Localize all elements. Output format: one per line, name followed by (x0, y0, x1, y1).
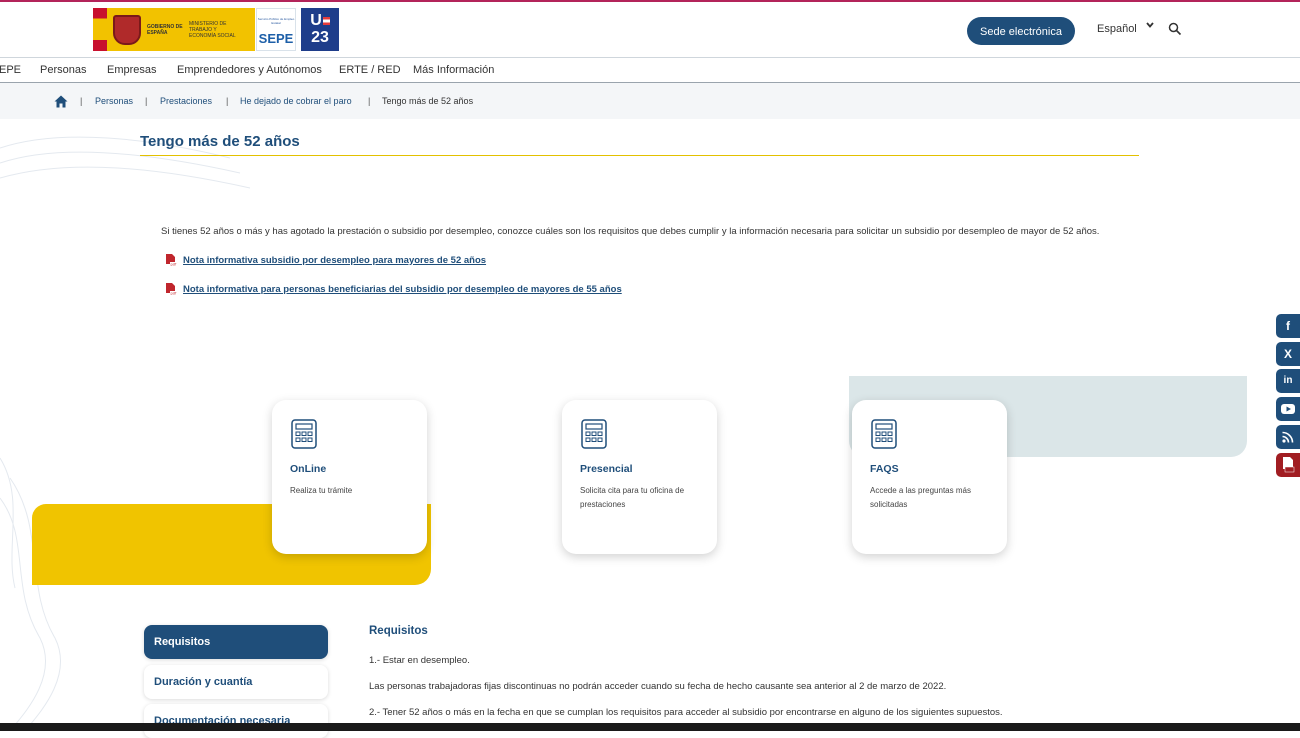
language-select[interactable]: Español (1097, 23, 1137, 35)
ue-letter: U (310, 12, 322, 29)
requirement-line: 1.- Estar en desempleo. (369, 655, 470, 666)
card-description: Accede a las preguntas más solicitadas (870, 486, 971, 509)
sepe-logo-subtext: Servicio Público de Empleo Estatal (257, 17, 295, 25)
chevron-down-icon[interactable] (1145, 20, 1155, 33)
card-description: Solicita cita para tu oficina de prestac… (580, 486, 685, 509)
main-nav: EPE Personas Empresas Emprendedores y Au… (0, 58, 1300, 83)
doc-link-52-text[interactable]: Nota informativa subsidio por desempleo … (183, 255, 486, 266)
page-title: Tengo más de 52 años (140, 133, 300, 150)
calculator-icon (291, 419, 317, 449)
tab-requisitos[interactable]: Requisitos (144, 625, 328, 659)
site-header: Gobierno de España Ministerio de Trabajo… (0, 2, 1300, 58)
rss-icon[interactable] (1276, 425, 1300, 449)
breadcrumb-prestaciones[interactable]: Prestaciones (160, 96, 212, 106)
flag-bar (93, 8, 107, 51)
nav-item-personas[interactable]: Personas (40, 64, 86, 76)
nav-item-mas-informacion[interactable]: Más Información (413, 64, 494, 76)
x-twitter-icon[interactable]: X (1276, 342, 1300, 366)
svg-text:pdf: pdf (171, 262, 177, 266)
nav-item-erte-red[interactable]: ERTE / RED (339, 64, 401, 76)
home-icon[interactable] (54, 95, 68, 108)
card-title: Presencial (580, 463, 633, 475)
requirement-line: Las personas trabajadoras fijas disconti… (369, 681, 947, 692)
os-taskbar (0, 723, 1300, 731)
breadcrumb-current: Tengo más de 52 años (382, 96, 474, 106)
nav-item-emprendedores[interactable]: Emprendedores y Autónomos (177, 64, 322, 76)
breadcrumb-separator: | (368, 96, 371, 106)
doc-link-55-text[interactable]: Nota informativa para personas beneficia… (183, 284, 622, 295)
card-online[interactable]: OnLine Realiza tu trámite (272, 400, 427, 554)
nav-item-empresas[interactable]: Empresas (107, 64, 157, 76)
ue23-logo: U 23 (301, 8, 339, 51)
intro-text: Si tienes 52 años o más y has agotado la… (161, 226, 1100, 237)
requirements-heading: Requisitos (369, 625, 428, 637)
breadcrumb-personas[interactable]: Personas (95, 96, 133, 106)
ue-number: 23 (311, 29, 329, 46)
breadcrumb-separator: | (80, 96, 83, 106)
card-title: OnLine (290, 463, 327, 475)
card-description: Realiza tu trámite (290, 486, 353, 495)
tab-documentacion[interactable]: Documentación necesaria (144, 704, 328, 738)
pdf-download-icon[interactable] (1276, 453, 1300, 477)
doc-link-55[interactable]: pdf Nota informativa para personas benef… (165, 282, 622, 296)
ministry-logo-text: Ministerio de Trabajo y Economía Social (189, 20, 236, 39)
pdf-icon: pdf (165, 282, 177, 296)
linkedin-icon[interactable]: in (1276, 369, 1300, 393)
nav-item-sepe[interactable]: EPE (0, 64, 21, 76)
breadcrumb: | Personas | Prestaciones | He dejado de… (0, 83, 1300, 119)
doc-link-52[interactable]: pdf Nota informativa subsidio por desemp… (165, 253, 486, 267)
search-icon[interactable] (1168, 22, 1182, 36)
sede-electronica-button[interactable]: Sede electrónica (967, 17, 1075, 45)
gobierno-logo[interactable]: Gobierno de España Ministerio de Trabajo… (93, 8, 255, 51)
requirement-line: 2.- Tener 52 años o más en la fecha en q… (369, 707, 1003, 718)
svg-text:pdf: pdf (171, 291, 177, 295)
breadcrumb-he-dejado[interactable]: He dejado de cobrar el paro (240, 96, 352, 106)
sepe-logo-text: SEPE (258, 31, 294, 46)
card-title: FAQS (870, 463, 899, 475)
coat-of-arms-icon (113, 14, 141, 45)
ue-equals-icon (322, 16, 330, 25)
calculator-icon (871, 419, 897, 449)
title-underline (140, 155, 1139, 156)
facebook-icon[interactable]: f (1276, 314, 1300, 338)
gov-logo-text: Gobierno de España (147, 23, 183, 36)
breadcrumb-separator: | (226, 96, 229, 106)
calculator-icon (581, 419, 607, 449)
tab-duracion-cuantia[interactable]: Duración y cuantía (144, 665, 328, 699)
youtube-icon[interactable] (1276, 397, 1300, 421)
pdf-icon: pdf (165, 253, 177, 267)
card-faqs[interactable]: FAQS Accede a las preguntas más solicita… (852, 400, 1007, 554)
card-presencial[interactable]: Presencial Solicita cita para tu oficina… (562, 400, 717, 554)
breadcrumb-separator: | (145, 96, 148, 106)
sepe-logo[interactable]: Servicio Público de Empleo Estatal SEPE (256, 8, 296, 51)
